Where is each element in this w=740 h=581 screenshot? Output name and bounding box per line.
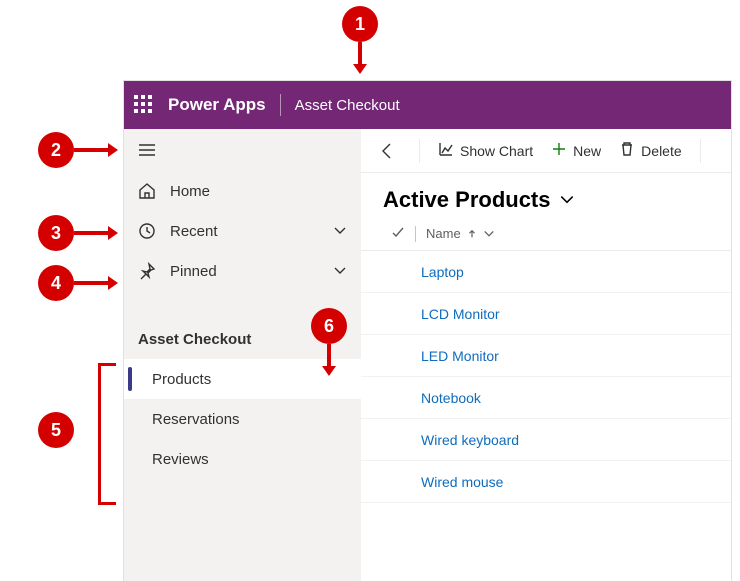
divider — [415, 226, 416, 242]
delete-button[interactable]: Delete — [619, 141, 681, 160]
chevron-down-icon — [483, 228, 495, 240]
nav-home-label: Home — [170, 183, 347, 200]
record-link[interactable]: LCD Monitor — [421, 306, 500, 322]
suite-title: Power Apps — [168, 95, 266, 115]
chart-icon — [438, 141, 454, 160]
callout-5-bracket — [98, 363, 116, 505]
record-link[interactable]: LED Monitor — [421, 348, 499, 364]
grid-body: Laptop LCD Monitor LED Monitor Notebook … — [361, 251, 731, 581]
app-launcher-icon[interactable] — [134, 95, 154, 115]
view-title-text: Active Products — [383, 187, 551, 213]
record-link[interactable]: Laptop — [421, 264, 464, 280]
divider — [419, 139, 420, 163]
nav-home[interactable]: Home — [124, 171, 361, 211]
command-bar: Show Chart New Delete — [361, 129, 731, 173]
clock-icon — [138, 222, 156, 240]
plus-icon — [551, 141, 567, 160]
sort-asc-icon — [467, 229, 477, 239]
home-icon — [138, 182, 156, 200]
record-link[interactable]: Wired keyboard — [421, 432, 519, 448]
callout-2: 2 — [38, 132, 74, 168]
callout-5: 5 — [38, 412, 74, 448]
chevron-down-icon — [333, 264, 347, 278]
chevron-down-icon — [559, 192, 575, 208]
callout-6: 6 — [311, 308, 347, 344]
show-chart-button[interactable]: Show Chart — [438, 141, 533, 160]
nav-pinned[interactable]: Pinned — [124, 251, 361, 291]
delete-label: Delete — [641, 143, 681, 159]
nav-item-label: Reviews — [152, 451, 209, 468]
app-frame: Power Apps Asset Checkout Home Recent Pi… — [123, 80, 732, 581]
grid-header: Name — [361, 221, 731, 251]
table-row[interactable]: Wired keyboard — [361, 419, 731, 461]
sidebar: Home Recent Pinned Asset Checkout Produc… — [124, 129, 361, 581]
show-chart-label: Show Chart — [460, 143, 533, 159]
nav-item-products[interactable]: Products — [124, 359, 361, 399]
column-header-label: Name — [426, 226, 461, 241]
column-header-name[interactable]: Name — [426, 226, 495, 241]
app-name: Asset Checkout — [295, 97, 400, 114]
nav-item-reservations[interactable]: Reservations — [124, 399, 361, 439]
select-all-checkbox[interactable] — [391, 225, 405, 242]
view-header: Active Products — [361, 173, 731, 221]
nav-collapse-button[interactable] — [124, 129, 361, 171]
callout-4: 4 — [38, 265, 74, 301]
table-row[interactable]: Laptop — [361, 251, 731, 293]
record-link[interactable]: Wired mouse — [421, 474, 503, 490]
divider — [280, 94, 281, 116]
table-row[interactable]: Wired mouse — [361, 461, 731, 503]
table-row[interactable]: LED Monitor — [361, 335, 731, 377]
main-area: Show Chart New Delete Active Products — [361, 129, 731, 581]
new-label: New — [573, 143, 601, 159]
nav-item-label: Reservations — [152, 411, 240, 428]
divider — [700, 139, 701, 163]
nav-item-label: Products — [152, 371, 211, 388]
callout-3: 3 — [38, 215, 74, 251]
view-selector[interactable]: Active Products — [383, 187, 709, 213]
new-button[interactable]: New — [551, 141, 601, 160]
trash-icon — [619, 141, 635, 160]
nav-item-reviews[interactable]: Reviews — [124, 439, 361, 479]
suite-header: Power Apps Asset Checkout — [124, 81, 731, 129]
nav-section-label: Asset Checkout — [138, 331, 333, 348]
pin-icon — [138, 262, 156, 280]
chevron-down-icon — [333, 224, 347, 238]
nav-recent-label: Recent — [170, 223, 319, 240]
back-button[interactable] — [375, 138, 401, 164]
nav-recent[interactable]: Recent — [124, 211, 361, 251]
callout-1: 1 — [342, 6, 378, 42]
table-row[interactable]: LCD Monitor — [361, 293, 731, 335]
record-link[interactable]: Notebook — [421, 390, 481, 406]
nav-pinned-label: Pinned — [170, 263, 319, 280]
table-row[interactable]: Notebook — [361, 377, 731, 419]
